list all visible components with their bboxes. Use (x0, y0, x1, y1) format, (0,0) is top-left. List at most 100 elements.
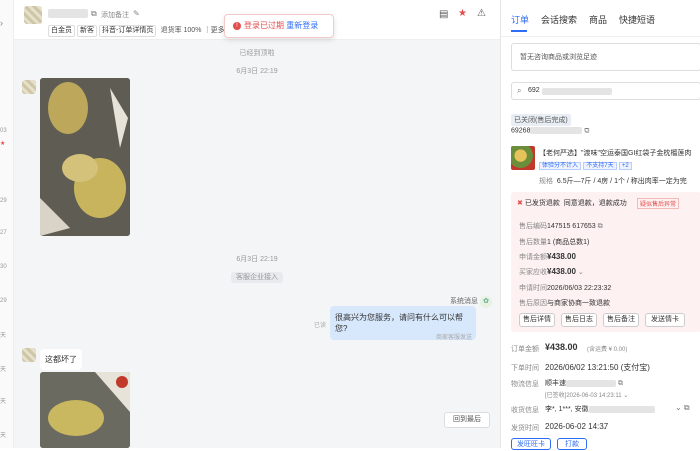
customer-name (48, 9, 88, 18)
order-number: 69268 ⧉ (511, 127, 590, 135)
recipient-info: 李*, 1***, 安徽 (545, 404, 655, 414)
sent-by-label: 商家客服发送 (436, 335, 473, 341)
after-sale-row: 售后原因与商家协商一致退款 (519, 300, 610, 307)
customer-avatar[interactable] (24, 6, 42, 24)
tab-chat-search[interactable]: 会话搜索 (541, 15, 577, 25)
after-sale-log-button[interactable]: 售后日志 (561, 313, 597, 327)
search-value: 692 (528, 87, 540, 94)
tab-orders[interactable]: 订单 (511, 15, 529, 25)
date-divider: 6月3日 22:19 (236, 256, 278, 263)
conv-date: 30 (0, 264, 7, 270)
product-badges: 体验分不计入 不支持7天 +2 (539, 160, 632, 170)
system-message-label: 系统消息 (450, 298, 478, 305)
after-sale-row: 申请金额¥438.00 (519, 252, 576, 261)
system-avatar-icon: ✿ (480, 296, 492, 308)
order-amount: ¥438.00 (545, 342, 578, 352)
badge: 体验分不计入 (539, 162, 582, 170)
agent-joined-notice: 客服企业接入 (14, 272, 500, 283)
panel-tabs: 订单 会话搜索 商品 快捷短语 (511, 13, 667, 26)
conv-date: 天 (0, 433, 7, 439)
tag: 新客 (77, 25, 97, 37)
badge-more[interactable]: +2 (618, 162, 632, 170)
amount-label: 订单金额 (511, 346, 539, 353)
paid-label: 下单时间 (511, 365, 539, 372)
send-card-button[interactable]: 发送情卡 (645, 313, 685, 327)
paid-time: 2026/06/02 13:21:50 (支付宝) (545, 363, 650, 372)
read-status: 已读 (314, 323, 327, 329)
logistics-label: 物流信息 (511, 381, 539, 388)
product-browse-box: 暂无咨询商品或浏览足迹 (511, 43, 700, 71)
after-sale-note-button[interactable]: 售后备注 (603, 313, 639, 327)
search-icon: ⌕ (517, 86, 522, 95)
pay-button[interactable]: 打款 (557, 438, 587, 450)
tag: 白金员 (48, 25, 75, 37)
after-sale-row: 买家应收¥438.00 ⌄ (519, 267, 584, 276)
tag: 抖音-订单详情页 (99, 25, 157, 37)
relogin-link[interactable]: 重新登录 (286, 21, 318, 30)
ship-time: 2026-06-02 14:37 (545, 422, 609, 431)
ship-label: 发货时间 (511, 425, 539, 432)
star-icon[interactable]: ★ (458, 8, 467, 19)
copy-icon[interactable]: ⧉ (598, 223, 603, 230)
collapse-chevron-icon[interactable]: › (0, 18, 3, 28)
conv-date: 29 (0, 298, 7, 304)
order-panel: 订单 会话搜索 商品 快捷短语 暂无咨询商品或浏览足迹 ⌕ 692 已关闭(售后完成)… (500, 0, 700, 450)
chevron-down-icon[interactable]: ⌄ (601, 422, 608, 431)
after-sale-alert[interactable]: 疑似售后异常 (637, 198, 680, 209)
copy-icon[interactable]: ⧉ (91, 9, 97, 19)
warning-icon[interactable]: ⚠ (477, 8, 486, 19)
customer-avatar (22, 348, 36, 362)
customer-avatar (22, 80, 36, 94)
star-icon: ★ (0, 141, 6, 147)
error-icon: ! (233, 21, 241, 30)
chevron-down-icon[interactable]: ⌄ (623, 393, 628, 399)
conv-date: 27 (0, 230, 7, 236)
toast-message: 登录已过期 (244, 21, 284, 30)
add-note-link[interactable]: 添加备注 (101, 10, 129, 20)
product-thumbnail[interactable] (511, 146, 535, 170)
copy-icon[interactable]: ⧉ (584, 127, 589, 134)
tab-products[interactable]: 商品 (589, 15, 607, 25)
customer-tags: 白金员 新客 抖音-订单详情页 退货率 100% ｜更多 (48, 25, 225, 37)
conv-date: 03 (0, 128, 7, 134)
back-to-latest-button[interactable]: 回到最后 (444, 412, 490, 428)
active-tab-indicator (511, 30, 527, 32)
durian-photo (40, 372, 130, 448)
note-icon[interactable]: ▤ (439, 9, 448, 20)
after-sale-box: ✖ 已发货退款 同意退款，退款成功 疑似售后异常 (511, 192, 700, 332)
customer-message: 这都坏了 (40, 349, 82, 370)
chevron-down-icon[interactable]: ⌄ (578, 269, 584, 276)
copy-icon[interactable]: ⧉ (618, 380, 623, 387)
tab-quick-phrases[interactable]: 快捷短语 (619, 15, 655, 25)
badge: 不支持7天 (583, 162, 617, 170)
conv-date: 29 (0, 198, 7, 204)
send-wangwang-card-button[interactable]: 发旺旺卡 (511, 438, 551, 450)
customer-image[interactable] (40, 78, 130, 236)
login-expired-toast: ! 登录已过期 重新登录 (224, 14, 334, 38)
logistics-company: 顺丰速 ⧉ (545, 379, 623, 387)
conversation-list-edge: › 03 ★ 29 27 30 29 天 天 天 天 (0, 0, 14, 448)
recipient-label: 收货信息 (511, 407, 539, 414)
refund-rate: 退货率 100% (160, 27, 202, 34)
more-link[interactable]: ｜更多 (204, 27, 225, 34)
durian-photo (40, 78, 130, 236)
after-sale-row: 售后数量1 (商品总数1) (519, 239, 590, 246)
after-sale-status: ✖ 已发货退款 同意退款，退款成功 (517, 200, 627, 207)
edit-icon[interactable]: ✎ (133, 9, 140, 18)
after-sale-row: 售后编码147515 617653 ⧉ (519, 223, 603, 230)
top-reached-notice: 已经到顶啦 (239, 50, 275, 57)
after-sale-row: 申请时间2026/06/03 22:23:32 (519, 285, 612, 292)
logistics-status: [已签收]2026-06-03 14:23:11 ⌄ (545, 393, 629, 399)
conv-date: 天 (0, 399, 7, 405)
conv-date: 天 (0, 367, 7, 373)
no-product-notice: 暂无咨询商品或浏览足迹 (520, 54, 597, 61)
order-search-input[interactable]: ⌕ 692 (511, 82, 700, 100)
date-divider: 6月3日 22:19 (236, 68, 278, 75)
shipping-fee-note: (含运费 ¥ 0.00) (587, 347, 628, 353)
customer-image[interactable] (40, 372, 130, 448)
product-title[interactable]: 【老何严选】"渡味"空运泰国GI红袋子金枕榴莲肉 (539, 148, 700, 158)
order-status-badge: 已关闭(售后完成) (511, 114, 571, 126)
expand-icon[interactable]: ⌄ ⧉ (675, 403, 690, 413)
chat-panel: ⧉ 添加备注 ✎ 白金员 新客 抖音-订单详情页 退货率 100% ｜更多 ▤ ★ … (14, 0, 500, 448)
after-sale-detail-button[interactable]: 售后详情 (519, 313, 555, 327)
